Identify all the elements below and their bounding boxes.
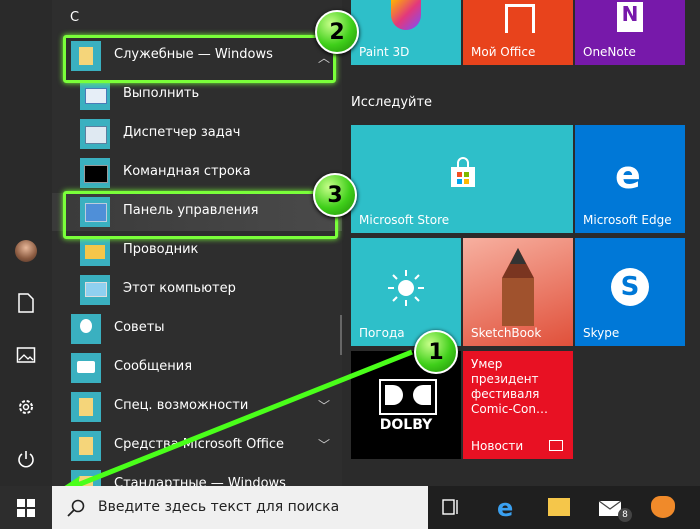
taskbar: Введите здесь текст для поиска e 8 bbox=[0, 486, 700, 529]
search-input[interactable]: Введите здесь текст для поиска bbox=[98, 499, 339, 515]
search-box[interactable]: Введите здесь текст для поиска bbox=[52, 486, 428, 529]
fox-app-taskbar-icon[interactable] bbox=[651, 496, 675, 518]
windows-logo-icon bbox=[17, 498, 35, 517]
annotation-arrow bbox=[46, 349, 413, 500]
explorer-taskbar-icon[interactable] bbox=[548, 498, 570, 516]
mail-taskbar-button[interactable]: 8 bbox=[598, 498, 632, 522]
step-badge-2: 2 bbox=[315, 10, 359, 54]
edge-taskbar-icon[interactable]: e bbox=[497, 494, 513, 522]
mail-badge: 8 bbox=[618, 508, 632, 522]
task-view-button[interactable] bbox=[441, 498, 461, 520]
task-view-icon bbox=[442, 499, 458, 515]
start-button[interactable] bbox=[0, 486, 52, 529]
search-icon bbox=[67, 499, 85, 517]
step-badge-3: 3 bbox=[313, 173, 357, 217]
step-badge-1: 1 bbox=[414, 330, 458, 374]
